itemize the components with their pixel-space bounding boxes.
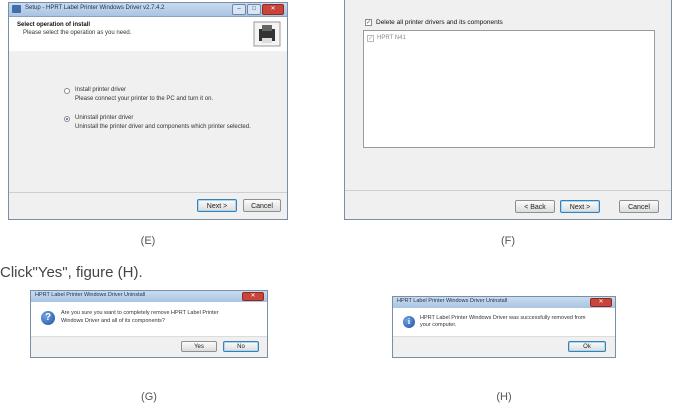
next-button[interactable]: Next >: [197, 199, 237, 212]
confirm-message-1: Are you sure you want to completely remo…: [61, 310, 219, 316]
printer-icon: [253, 21, 281, 47]
cancel-button[interactable]: Cancel: [619, 200, 659, 213]
install-driver-label: Install printer driver: [75, 87, 127, 93]
close-button[interactable]: ✕: [262, 4, 284, 15]
window-title: Setup - HPRT Label Printer Windows Drive…: [25, 5, 165, 11]
question-icon: ?: [41, 311, 55, 325]
caption-f: (F): [500, 235, 516, 247]
printer-item-label: HPRT N41: [377, 35, 406, 41]
caption-h: (H): [496, 391, 512, 403]
dialog-title: HPRT Label Printer Windows Driver Uninst…: [397, 298, 508, 304]
printer-list: ✓ HPRT N41: [363, 30, 655, 148]
next-button[interactable]: Next >: [560, 200, 600, 213]
info-icon: i: [403, 316, 415, 328]
confirm-dialog: HPRT Label Printer Windows Driver Uninst…: [30, 290, 268, 358]
minimize-button[interactable]: –: [232, 4, 246, 15]
printer-item-checkbox[interactable]: ✓: [367, 35, 374, 42]
install-driver-radio[interactable]: [64, 88, 70, 94]
close-button[interactable]: ✕: [590, 298, 612, 307]
uninstall-driver-radio[interactable]: [64, 116, 70, 122]
delete-all-checkbox[interactable]: ✓: [365, 19, 372, 26]
uninstall-driver-desc: Uninstall the printer driver and compone…: [75, 124, 251, 130]
yes-button[interactable]: Yes: [181, 341, 217, 352]
ok-button[interactable]: Ok: [568, 341, 606, 352]
caption-e: (E): [140, 235, 156, 247]
maximize-button[interactable]: □: [247, 4, 261, 15]
dialog-title: HPRT Label Printer Windows Driver Uninst…: [35, 292, 146, 298]
header-title: Select operation of install: [17, 22, 91, 28]
wizard-header: Select operation of install Please selec…: [9, 17, 287, 52]
uninstall-driver-label: Uninstall printer driver: [75, 115, 134, 121]
cancel-button[interactable]: Cancel: [243, 199, 281, 212]
back-button[interactable]: < Back: [515, 200, 555, 213]
close-button[interactable]: ✕: [242, 292, 264, 301]
success-message-1: HPRT Label Printer Windows Driver was su…: [420, 315, 586, 321]
setup-app-icon: [12, 5, 21, 13]
uninstall-select-window: ✓ Delete all printer drivers and its com…: [344, 0, 672, 220]
success-message-2: your computer.: [420, 322, 457, 328]
no-button[interactable]: No: [223, 341, 259, 352]
instruction-text: Click"Yes", figure (H).: [0, 264, 143, 281]
setup-window: Setup - HPRT Label Printer Windows Drive…: [8, 2, 288, 220]
install-driver-desc: Please connect your printer to the PC an…: [75, 96, 214, 102]
confirm-message-2: Windows Driver and all of its components…: [61, 318, 165, 324]
delete-all-label: Delete all printer drivers and its compo…: [376, 19, 503, 26]
header-subtitle: Please select the operation as you need.: [23, 30, 132, 36]
success-dialog: HPRT Label Printer Windows Driver Uninst…: [392, 296, 616, 358]
caption-g: (G): [141, 391, 157, 403]
title-bar: Setup - HPRT Label Printer Windows Drive…: [9, 3, 287, 17]
